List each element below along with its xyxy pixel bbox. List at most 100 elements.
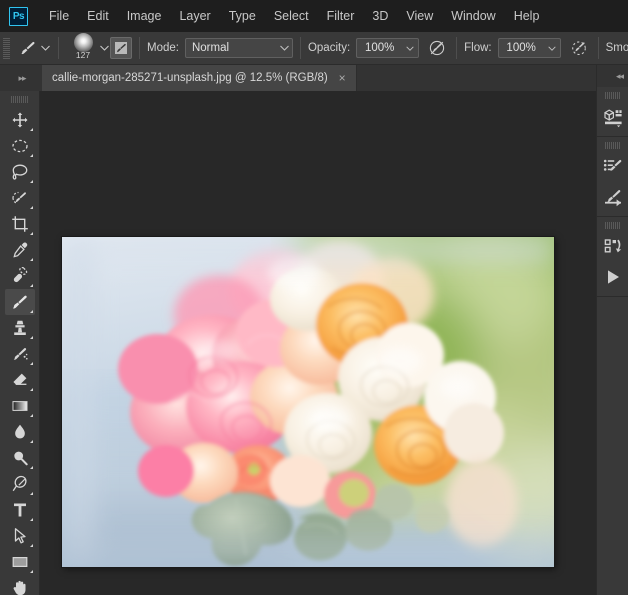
blend-mode-select[interactable]: Normal	[184, 38, 293, 58]
options-bar: 127 Mode: Normal Opacity: 100% Flow: 100…	[0, 32, 628, 65]
expand-arrows-icon[interactable]: ▸▸	[3, 65, 41, 91]
tool-options-corner-icon	[29, 388, 33, 391]
hand-tool[interactable]	[5, 575, 35, 595]
libraries-panel-icon[interactable]	[599, 102, 627, 132]
tool-options-corner-icon	[29, 310, 33, 313]
path-selection-tool[interactable]	[5, 523, 35, 549]
flow-input[interactable]: 100%	[497, 38, 544, 58]
menu-bar: Ps File Edit Image Layer Type Select Fil…	[0, 0, 628, 32]
tool-options-corner-icon	[29, 414, 33, 417]
gradient-tool[interactable]	[5, 393, 35, 419]
tool-options-corner-icon	[29, 180, 33, 183]
move-tool[interactable]	[5, 107, 35, 133]
clone-stamp-tool[interactable]	[5, 315, 35, 341]
eraser-tool[interactable]	[5, 367, 35, 393]
document-tab[interactable]: callie-morgan-285271-unsplash.jpg @ 12.5…	[42, 65, 357, 91]
close-icon[interactable]: ×	[337, 72, 348, 84]
canvas-work-area[interactable]	[40, 91, 596, 595]
tools-panel	[0, 91, 40, 595]
opacity-stepper-caret-icon[interactable]	[402, 38, 420, 58]
pen-tool[interactable]	[5, 471, 35, 497]
tool-options-corner-icon	[29, 492, 33, 495]
photoshop-window: Ps File Edit Image Layer Type Select Fil…	[0, 0, 628, 595]
tool-options-corner-icon	[29, 154, 33, 157]
airbrush-icon[interactable]	[567, 36, 591, 60]
bouquet-photo	[62, 237, 554, 567]
dodge-tool[interactable]	[5, 445, 35, 471]
tool-options-corner-icon	[29, 440, 33, 443]
dock-group-grip[interactable]	[604, 92, 621, 99]
tool-options-corner-icon	[29, 336, 33, 339]
tool-options-corner-icon	[29, 128, 33, 131]
brush-preset-preview[interactable]: 127	[68, 33, 98, 62]
opacity-label: Opacity:	[307, 42, 351, 54]
flow-stepper-caret-icon[interactable]	[543, 38, 561, 58]
tool-options-corner-icon	[29, 570, 33, 573]
menu-item-filter[interactable]: Filter	[318, 0, 364, 32]
tool-options-corner-icon	[29, 258, 33, 261]
menu-item-edit[interactable]: Edit	[78, 0, 118, 32]
dock-group-grip[interactable]	[604, 142, 621, 149]
tool-options-corner-icon	[29, 518, 33, 521]
menu-item-file[interactable]: File	[40, 0, 78, 32]
eyedropper-tool[interactable]	[5, 237, 35, 263]
history-brush-tool[interactable]	[5, 341, 35, 367]
healing-brush-tool[interactable]	[5, 263, 35, 289]
photoshop-logo-icon: Ps	[9, 6, 28, 26]
dock-group-libraries	[597, 87, 628, 137]
document-tab-bar: ▸▸ callie-morgan-285271-unsplash.jpg @ 1…	[0, 65, 628, 91]
rectangle-tool[interactable]	[5, 549, 35, 575]
tool-options-corner-icon	[29, 362, 33, 365]
blend-mode-value: Normal	[191, 42, 230, 54]
brush-settings-panel-button[interactable]	[110, 37, 132, 59]
dock-group-grip[interactable]	[604, 222, 621, 229]
document-tab-title: callie-morgan-285271-unsplash.jpg @ 12.5…	[52, 72, 328, 84]
menu-item-layer[interactable]: Layer	[170, 0, 219, 32]
mode-label: Mode:	[147, 42, 179, 54]
brush-settings-panel-icon[interactable]	[599, 182, 627, 212]
options-divider	[58, 37, 59, 59]
dock-group-history-actions	[597, 217, 628, 297]
collapse-arrows-icon[interactable]: ◂◂	[597, 65, 628, 87]
flow-label: Flow:	[464, 42, 492, 54]
brush-presets-panel-icon[interactable]	[599, 152, 627, 182]
chevron-down-icon	[280, 45, 289, 51]
flow-control: 100%	[492, 38, 561, 58]
crop-tool[interactable]	[5, 211, 35, 237]
options-divider	[299, 37, 301, 59]
menu-item-window[interactable]: Window	[442, 0, 504, 32]
menu-item-image[interactable]: Image	[118, 0, 171, 32]
blur-tool[interactable]	[5, 419, 35, 445]
document-canvas[interactable]	[62, 237, 554, 567]
options-bar-grip[interactable]	[3, 37, 10, 59]
tools-panel-grip[interactable]	[10, 96, 29, 103]
options-divider	[597, 37, 599, 59]
menu-item-3d[interactable]: 3D	[363, 0, 397, 32]
menu-item-select[interactable]: Select	[265, 0, 318, 32]
tool-options-corner-icon	[29, 544, 33, 547]
elliptical-marquee-tool[interactable]	[5, 133, 35, 159]
tool-options-corner-icon	[29, 284, 33, 287]
brush-icon[interactable]	[15, 36, 39, 60]
bouquet-photo-art	[62, 237, 554, 567]
brush-settings-caret-icon[interactable]	[98, 37, 110, 59]
menu-item-view[interactable]: View	[397, 0, 442, 32]
history-panel-icon[interactable]	[599, 232, 627, 262]
lasso-tool[interactable]	[5, 159, 35, 185]
opacity-input[interactable]: 100%	[356, 38, 403, 58]
actions-play-panel-icon[interactable]	[599, 262, 627, 292]
smoothing-label: Smoo	[605, 42, 628, 54]
menu-item-help[interactable]: Help	[505, 0, 549, 32]
menu-item-type[interactable]: Type	[220, 0, 265, 32]
dock-group-brush	[597, 137, 628, 217]
options-divider	[456, 37, 458, 59]
tool-options-corner-icon	[29, 206, 33, 209]
type-tool[interactable]	[5, 497, 35, 523]
options-divider	[139, 37, 140, 59]
pressure-controls-opacity-icon[interactable]	[425, 36, 449, 60]
brush-preset-picker-caret-icon[interactable]	[39, 37, 51, 59]
brush-size-label: 127	[75, 50, 91, 60]
quick-selection-tool[interactable]	[5, 185, 35, 211]
opacity-control: 100%	[350, 38, 420, 58]
brush-tool[interactable]	[4, 289, 35, 315]
